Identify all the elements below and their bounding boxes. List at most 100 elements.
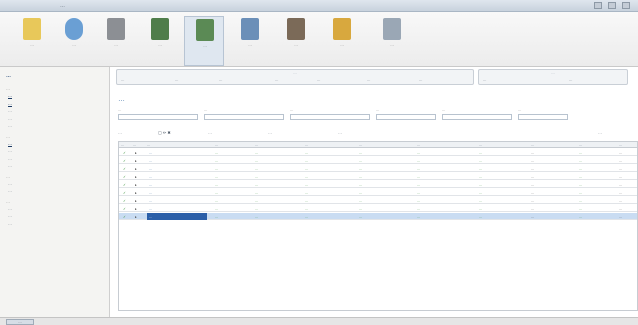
open-window-tab[interactable]: …: [6, 319, 34, 325]
actions-link[interactable]: …: [598, 130, 602, 135]
toolbar-icons[interactable]: ▢ ✏ ✖: [158, 130, 171, 135]
selected-cell[interactable]: …: [147, 213, 207, 220]
toolbar-item-5-active[interactable]: …: [184, 16, 224, 66]
cell-sum: …: [619, 198, 623, 203]
toolbar-item-8[interactable]: …: [322, 16, 362, 66]
filter-input[interactable]: [204, 114, 284, 120]
nav-item[interactable]: …: [0, 212, 109, 220]
cell-num: …: [215, 214, 219, 219]
ribbon-group-title: …: [293, 71, 297, 75]
nav-item[interactable]: …: [0, 122, 109, 130]
table-row[interactable]: ✓ ▸…………………………: [119, 165, 637, 172]
cell-qty: …: [531, 150, 535, 155]
cell-sender: …: [359, 166, 363, 171]
toolbar-item-4[interactable]: …: [140, 16, 180, 66]
print-button[interactable]: …: [338, 130, 342, 135]
table-row[interactable]: ✓ ▸…………………………: [119, 181, 637, 188]
filter-input[interactable]: [442, 114, 512, 120]
column-header[interactable]: …: [619, 143, 622, 147]
column-header[interactable]: …: [417, 143, 420, 147]
column-header[interactable]: …: [359, 143, 362, 147]
cell-unit: …: [479, 158, 483, 163]
nav-item[interactable]: …: [0, 155, 109, 163]
ribbon-button[interactable]: …: [569, 78, 573, 82]
nav-item[interactable]: …: [0, 187, 109, 195]
cell-unit: …: [479, 190, 483, 195]
posted-check-icon: ✓: [123, 198, 126, 203]
cell-sender: …: [359, 174, 363, 179]
cell-num: …: [215, 150, 219, 155]
nav-item[interactable]: …: [0, 180, 109, 188]
more-button[interactable]: …: [208, 130, 212, 135]
filter-input[interactable]: [118, 114, 198, 120]
filter-field[interactable]: …: [442, 108, 512, 120]
filter-input[interactable]: [518, 114, 568, 120]
toolbar-item-3[interactable]: …: [96, 16, 136, 66]
nav-item[interactable]: …: [0, 115, 109, 123]
filter-field[interactable]: …: [118, 108, 198, 120]
minimize-icon[interactable]: [594, 2, 602, 9]
nav-item[interactable]: …: [0, 100, 109, 108]
table-row[interactable]: ✓ ▸…………………………: [119, 157, 637, 164]
filter-input[interactable]: [290, 114, 370, 120]
filter-button[interactable]: …: [268, 130, 272, 135]
cell-sender: …: [359, 190, 363, 195]
cell-recv: …: [417, 214, 421, 219]
table-row[interactable]: ✓ ▸…………………………: [119, 149, 637, 156]
globe-icon: [65, 18, 83, 40]
filter-field[interactable]: …: [518, 108, 568, 120]
ribbon-button[interactable]: …: [367, 78, 371, 82]
ribbon-button[interactable]: …: [317, 78, 321, 82]
filter-input[interactable]: [376, 114, 436, 120]
create-button[interactable]: …: [118, 130, 122, 135]
toolbar-item-7[interactable]: …: [276, 16, 316, 66]
table-row[interactable]: ✓ ▸…………………………: [119, 213, 637, 220]
column-header[interactable]: …: [305, 143, 308, 147]
maximize-icon[interactable]: [608, 2, 616, 9]
nav-item[interactable]: …: [0, 92, 109, 100]
table-row[interactable]: ✓ ▸…………………………: [119, 197, 637, 204]
filter-field[interactable]: …: [376, 108, 436, 120]
ribbon-button[interactable]: …: [483, 78, 487, 82]
column-header[interactable]: …: [147, 143, 150, 147]
table-row[interactable]: ✓ ▸…………………………: [119, 189, 637, 196]
close-icon[interactable]: [622, 2, 630, 9]
toolbar-item-2[interactable]: …: [54, 16, 94, 66]
cell-op: …: [305, 206, 309, 211]
column-header[interactable]: …: [479, 143, 482, 147]
table-row[interactable]: ✓ ▸…………………………: [119, 173, 637, 180]
column-header[interactable]: …: [121, 143, 124, 147]
nav-item[interactable]: …: [0, 140, 109, 148]
column-header[interactable]: …: [133, 143, 136, 147]
column-header[interactable]: …: [579, 143, 582, 147]
filter-label: …: [442, 108, 446, 112]
ribbon-button[interactable]: …: [419, 78, 423, 82]
toolbar-item-desktop[interactable]: …: [12, 16, 52, 66]
cell-date: …: [149, 198, 153, 203]
table-row[interactable]: ✓ ▸…………………………: [119, 205, 637, 212]
filter-field[interactable]: …: [290, 108, 370, 120]
nav-item[interactable]: …: [0, 205, 109, 213]
toolbar-item-9[interactable]: …: [372, 16, 412, 66]
nav-item[interactable]: …: [0, 107, 109, 115]
toolbar-item-6[interactable]: …: [230, 16, 270, 66]
posted-check-icon: ✓: [123, 206, 126, 211]
cell-unit: …: [479, 214, 483, 219]
nav-item[interactable]: …: [0, 147, 109, 155]
cell-dest: …: [579, 158, 583, 163]
folder-icon: [196, 19, 214, 41]
column-header[interactable]: …: [531, 143, 534, 147]
nav-item[interactable]: …: [0, 162, 109, 170]
nav-item[interactable]: …: [0, 220, 109, 228]
ribbon-button[interactable]: …: [219, 78, 223, 82]
ribbon-button[interactable]: …: [175, 78, 179, 82]
row-marker-icon: ▸: [135, 174, 137, 179]
ribbon-button[interactable]: …: [275, 78, 279, 82]
column-header[interactable]: …: [255, 143, 258, 147]
nav-header: …: [6, 73, 11, 79]
column-header[interactable]: …: [215, 143, 218, 147]
ribbon-button[interactable]: …: [121, 78, 125, 82]
filter-field[interactable]: …: [204, 108, 284, 120]
cell-num: …: [215, 174, 219, 179]
row-marker-icon: ▸: [135, 150, 137, 155]
